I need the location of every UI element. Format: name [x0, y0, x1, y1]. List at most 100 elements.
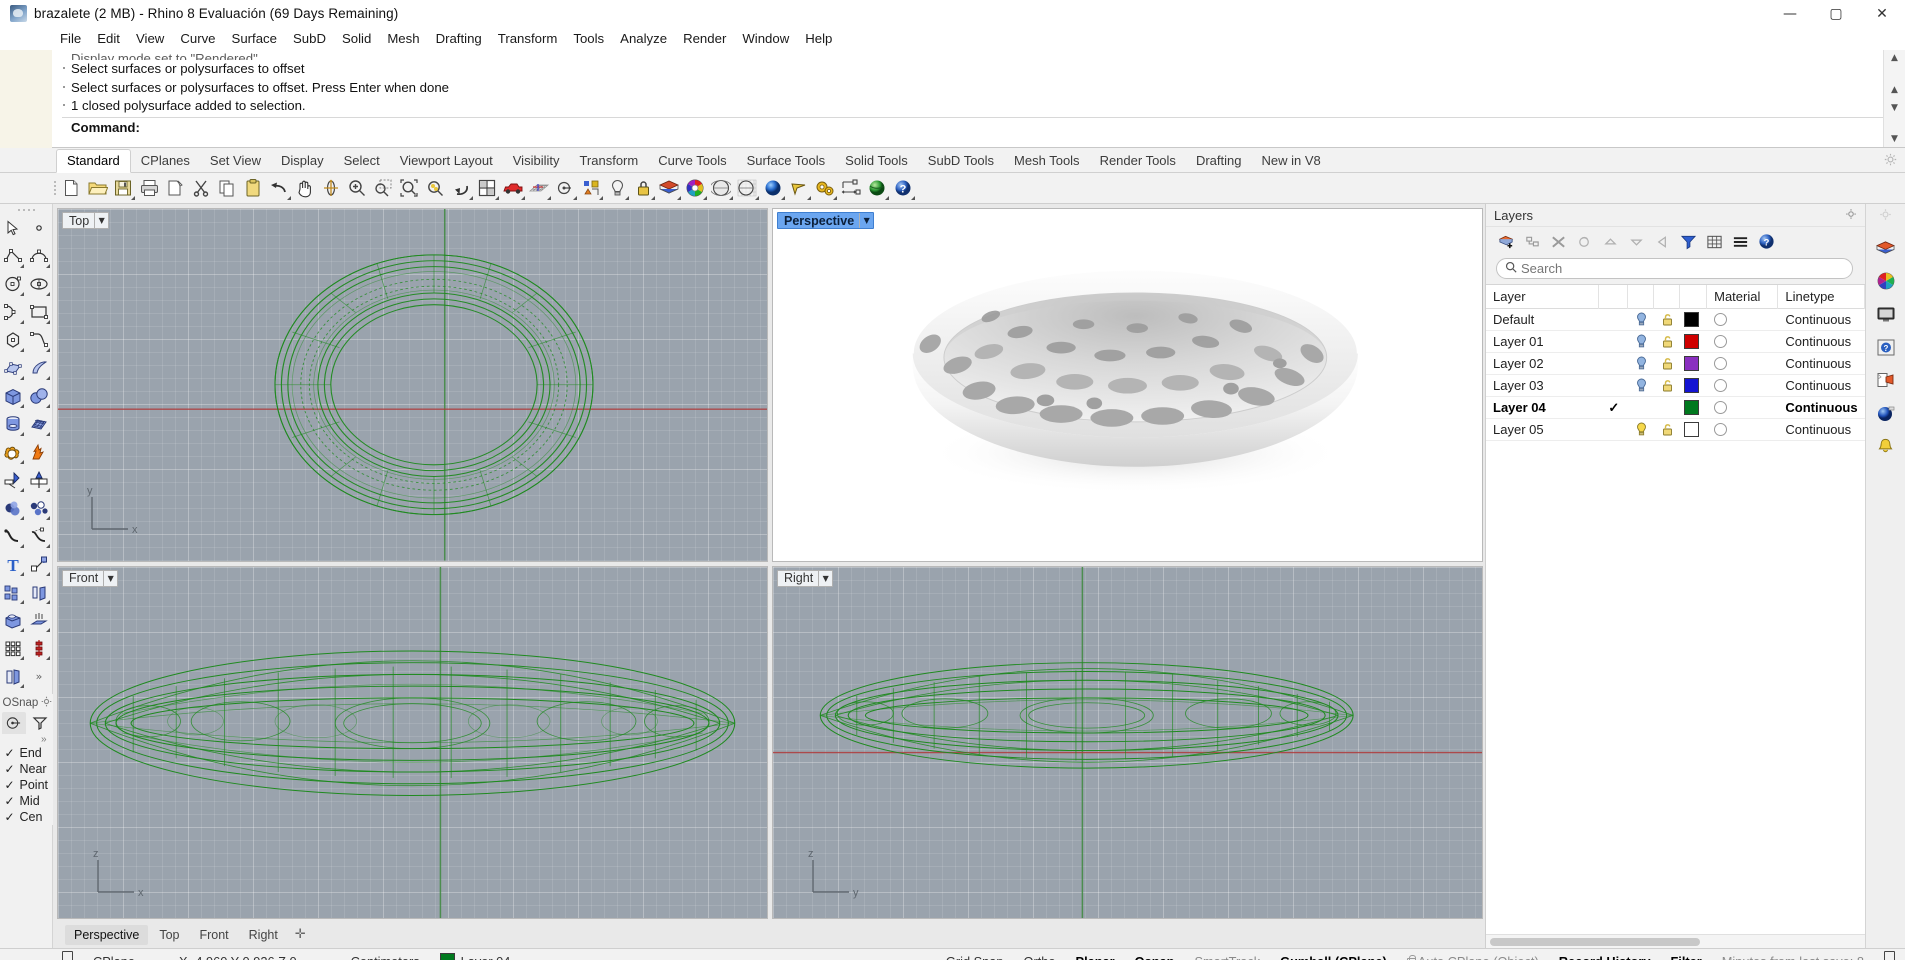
lightbulb-icon[interactable] [1628, 375, 1654, 397]
cplane-icon[interactable] [52, 949, 83, 960]
open-folder-icon[interactable] [84, 175, 110, 201]
notifications-bell-icon[interactable] [1871, 431, 1901, 461]
osnap-target-icon[interactable] [1, 712, 26, 734]
toolbar-tab-drafting[interactable]: Drafting [1186, 150, 1252, 172]
osnap-option-end[interactable]: ✓ End [0, 745, 53, 761]
toolbar-tab-subd-tools[interactable]: SubD Tools [918, 150, 1004, 172]
menu-item-transform[interactable]: Transform [490, 27, 566, 50]
flyout-corner[interactable] [625, 196, 629, 200]
filter-icon[interactable] [1678, 232, 1698, 252]
column-header-locked[interactable] [1654, 285, 1681, 309]
table-row[interactable]: Layer 03 Continuous [1486, 375, 1865, 397]
flyout-corner[interactable] [495, 196, 499, 200]
flyout-corner[interactable] [469, 196, 473, 200]
new-file-icon[interactable] [58, 175, 84, 201]
surface-from-points-icon[interactable] [0, 354, 26, 382]
checkbox-checked-icon[interactable]: ✓ [5, 778, 16, 792]
menu-item-view[interactable]: View [128, 27, 172, 50]
rotate-copy-icon[interactable] [26, 578, 52, 606]
set-cplane-icon[interactable] [552, 175, 578, 201]
menu-item-drafting[interactable]: Drafting [428, 27, 490, 50]
layer-linetype[interactable]: Continuous [1778, 353, 1865, 375]
toolbar-tab-viewport-layout[interactable]: Viewport Layout [390, 150, 503, 172]
layer-name[interactable]: Layer 05 [1486, 419, 1599, 441]
gear-icon[interactable] [1845, 208, 1857, 223]
split-icon[interactable] [26, 466, 52, 494]
menu-item-help[interactable]: Help [797, 27, 840, 50]
explode-icon[interactable] [26, 438, 52, 466]
column-header-color[interactable] [1680, 285, 1708, 309]
layer-linetype[interactable]: Continuous [1778, 375, 1865, 397]
flyout-corner[interactable] [651, 196, 655, 200]
layer-linetype[interactable]: Continuous [1778, 309, 1865, 331]
command-scrollbar[interactable]: ▲ ▲ ▼ ▼ [1883, 50, 1905, 147]
grid-columns-icon[interactable] [1704, 232, 1724, 252]
light-bulb-icon[interactable] [604, 175, 630, 201]
layer-color-swatch[interactable] [1680, 353, 1707, 375]
scrollbar-thumb[interactable] [1490, 938, 1700, 946]
toolbar-tab-cplanes[interactable]: CPlanes [131, 150, 200, 172]
zoom-window-icon[interactable] [370, 175, 396, 201]
table-row[interactable]: Layer 05 Continuous [1486, 419, 1865, 441]
select-objects-icon[interactable] [1574, 232, 1594, 252]
ghosted-sphere-icon[interactable] [734, 175, 760, 201]
more-tools-icon[interactable]: » [26, 662, 52, 690]
units-label[interactable]: Centimeters [307, 949, 430, 960]
curve-blend-icon[interactable] [26, 326, 52, 354]
rectangular-array-icon[interactable] [0, 634, 26, 662]
menu-item-analyze[interactable]: Analyze [612, 27, 675, 50]
circle-icon[interactable] [0, 270, 26, 298]
toolbar-tab-visibility[interactable]: Visibility [503, 150, 570, 172]
toolbar-tab-render-tools[interactable]: Render Tools [1090, 150, 1186, 172]
viewport-tab-front[interactable]: Front [190, 925, 237, 945]
menu-item-render[interactable]: Render [675, 27, 734, 50]
chevron-down-icon[interactable]: ▼ [103, 570, 117, 586]
column-header-current[interactable] [1599, 285, 1629, 309]
layers-stack-icon[interactable] [656, 175, 682, 201]
checkbox-checked-icon[interactable]: ✓ [5, 810, 16, 824]
perspective-viewport-label[interactable]: Perspective ▼ [777, 212, 875, 229]
menu-item-mesh[interactable]: Mesh [379, 27, 427, 50]
box-icon[interactable] [0, 382, 26, 410]
osnap-option-mid[interactable]: ✓ Mid [0, 793, 53, 809]
filter-funnel-icon[interactable] [28, 712, 52, 734]
lightbulb-icon[interactable] [1628, 353, 1654, 375]
close-button[interactable]: ✕ [1859, 0, 1905, 27]
layer-material[interactable] [1707, 375, 1778, 397]
copy-to-clipboard-icon[interactable] [162, 175, 188, 201]
command-prompt[interactable]: Command: [62, 116, 1883, 138]
layer-name[interactable]: Layer 04 [1486, 397, 1599, 419]
rectangle-icon[interactable] [26, 298, 52, 326]
layer-material[interactable] [1707, 353, 1778, 375]
boolean-union-icon[interactable] [0, 438, 26, 466]
text-icon[interactable]: T [0, 550, 26, 578]
status-toggle-auto-cplane[interactable]: Auto CPlane (Object) [1397, 949, 1549, 960]
flyout-corner[interactable] [911, 196, 915, 200]
gear-icon[interactable] [41, 696, 52, 710]
minimize-button[interactable]: — [1767, 0, 1813, 27]
table-row[interactable]: Default Continuous [1486, 309, 1865, 331]
status-toggle-filter[interactable]: Filter [1660, 949, 1711, 960]
move-up-icon[interactable] [1600, 232, 1620, 252]
layer-search-input[interactable] [1521, 261, 1844, 276]
print-icon[interactable] [136, 175, 162, 201]
toolbar-tab-surface-tools[interactable]: Surface Tools [737, 150, 836, 172]
column-header-linetype[interactable]: Linetype [1778, 285, 1865, 309]
delete-layer-icon[interactable] [1548, 232, 1568, 252]
flyout-corner[interactable] [729, 196, 733, 200]
flyout-corner[interactable] [131, 196, 135, 200]
new-sublayer-icon[interactable] [1522, 232, 1542, 252]
status-toggle-gumball[interactable]: Gumball (CPlane) [1270, 949, 1397, 960]
status-toggle-planar[interactable]: Planar [1066, 949, 1125, 960]
layer-current-toggle[interactable] [1599, 331, 1628, 353]
scroll-up-icon[interactable]: ▲ [1891, 50, 1898, 66]
flyout-corner[interactable] [807, 196, 811, 200]
layer-current-toggle[interactable] [1599, 353, 1628, 375]
layers-horizontal-scrollbar[interactable] [1486, 934, 1865, 948]
toolbar-tab-transform[interactable]: Transform [569, 150, 648, 172]
zoom-in-icon[interactable] [344, 175, 370, 201]
cylinder-icon[interactable] [0, 410, 26, 438]
current-layer-check-icon[interactable]: ✓ [1599, 397, 1628, 419]
front-viewport[interactable]: Front ▼ z x [57, 565, 768, 919]
viewport-tab-perspective[interactable]: Perspective [65, 924, 149, 945]
